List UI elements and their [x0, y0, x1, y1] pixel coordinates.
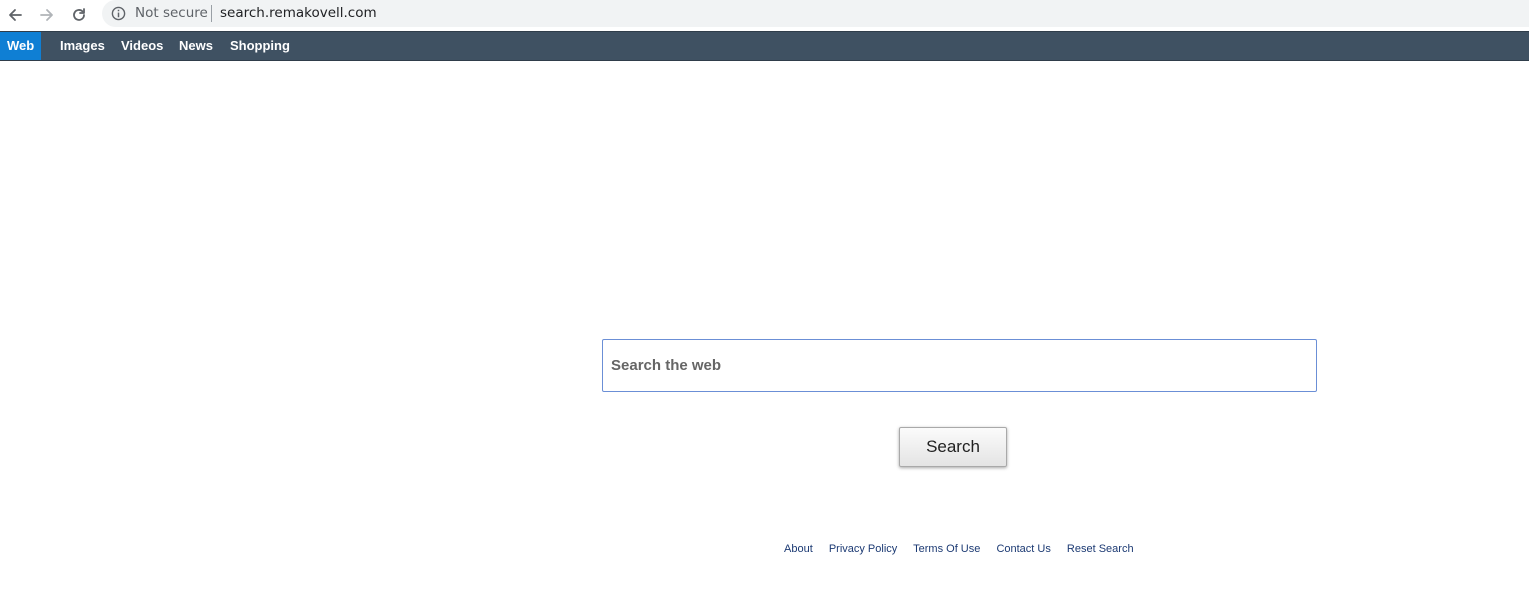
tab-videos[interactable]: Videos — [121, 32, 163, 60]
reload-icon — [73, 8, 85, 21]
arrow-left-icon — [9, 9, 22, 21]
footer-link-contact-us[interactable]: Contact Us — [996, 543, 1050, 555]
security-status[interactable]: Not secure — [135, 5, 208, 21]
search-button[interactable]: Search — [899, 427, 1007, 467]
tab-web[interactable]: Web — [0, 32, 42, 60]
reload-button[interactable] — [67, 3, 91, 27]
footer-link-privacy-policy[interactable]: Privacy Policy — [829, 543, 897, 555]
footer-link-about[interactable]: About — [784, 543, 813, 555]
browser-toolbar: Not secure search.remakovell.com — [0, 0, 1529, 31]
footer-link-reset-search[interactable]: Reset Search — [1067, 543, 1134, 555]
footer-links: About Privacy Policy Terms Of Use Contac… — [784, 543, 1147, 555]
tab-news[interactable]: News — [179, 32, 213, 60]
search-category-nav: Web Images Videos News Shopping — [0, 31, 1529, 61]
tab-shopping[interactable]: Shopping — [230, 32, 290, 60]
search-input[interactable] — [602, 339, 1317, 392]
forward-button[interactable] — [35, 3, 59, 27]
footer-link-terms-of-use[interactable]: Terms Of Use — [913, 543, 980, 555]
info-icon[interactable] — [111, 6, 126, 21]
tab-images[interactable]: Images — [60, 32, 105, 60]
address-bar[interactable]: Not secure search.remakovell.com — [102, 0, 1529, 27]
url-text[interactable]: search.remakovell.com — [220, 5, 377, 21]
arrow-right-icon — [40, 9, 53, 21]
address-separator — [211, 5, 212, 22]
back-button[interactable] — [3, 3, 27, 27]
